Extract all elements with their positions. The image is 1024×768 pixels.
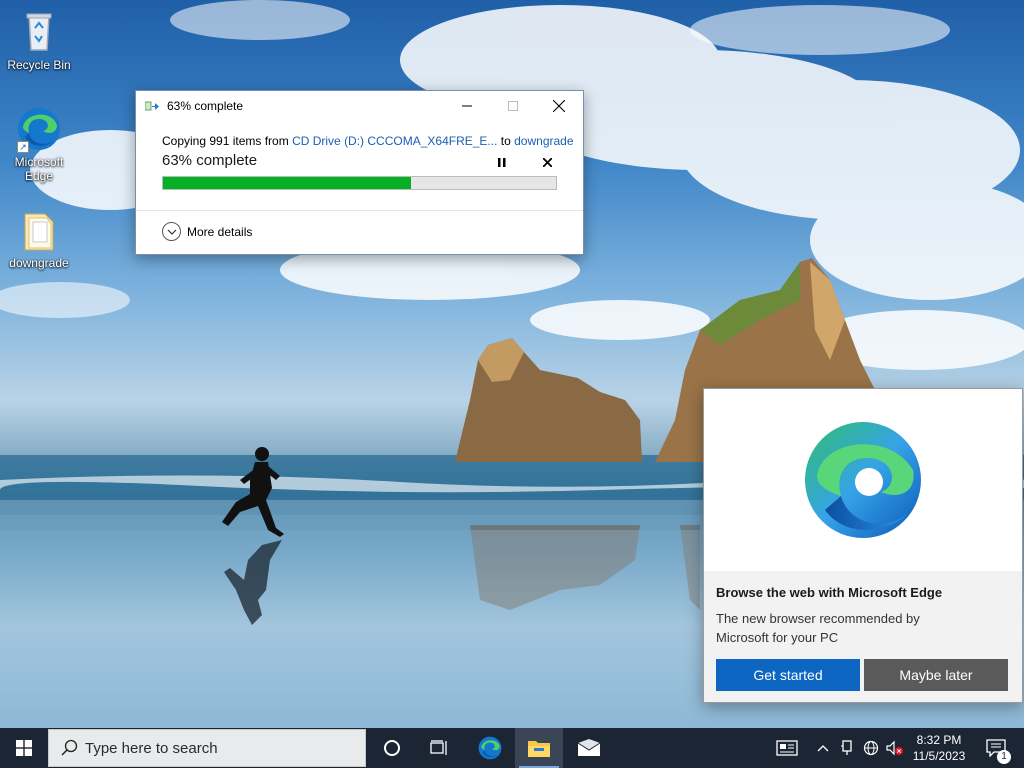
copy-progress-fill	[163, 177, 411, 189]
edge-icon: ↗	[15, 105, 63, 153]
show-hidden-icons-button[interactable]	[812, 728, 834, 768]
clock-time: 8:32 PM	[916, 733, 962, 747]
taskbar: Type here to search 8:32 PM 11/5/2023 1	[0, 728, 1024, 768]
clock-button[interactable]: 8:32 PM 11/5/2023	[908, 728, 970, 768]
copy-files-icon	[144, 99, 161, 113]
dialog-title-bar[interactable]: 63% complete	[136, 91, 583, 121]
source-link[interactable]: CD Drive (D:) CCCOMA_X64FRE_E...	[292, 134, 497, 148]
device-tray-button[interactable]	[836, 728, 858, 768]
taskbar-file-explorer-button[interactable]	[515, 728, 563, 768]
taskbar-mail-button[interactable]	[565, 728, 613, 768]
desktop-icon-label: Microsoft Edge	[14, 155, 64, 183]
task-view-icon	[430, 740, 447, 755]
maximize-button[interactable]	[490, 91, 536, 121]
copy-status-text: 63% complete	[162, 152, 258, 169]
cortana-button[interactable]	[368, 728, 416, 768]
edge-icon	[478, 736, 502, 760]
toast-text: The new browser recommended by Microsoft…	[716, 611, 920, 645]
destination-link[interactable]: downgrade	[514, 134, 573, 148]
device-icon	[841, 740, 852, 755]
pause-button[interactable]	[494, 154, 510, 170]
copy-description: Copying 991 items from CD Drive (D:) CCC…	[162, 134, 574, 148]
copy-progress-bar	[162, 176, 557, 190]
start-button[interactable]	[0, 728, 48, 768]
minimize-icon	[462, 105, 472, 107]
to-text: to	[497, 134, 515, 148]
minimize-button[interactable]	[444, 91, 490, 121]
edge-logo-icon	[805, 422, 921, 538]
pause-icon	[498, 157, 506, 167]
task-view-button[interactable]	[416, 728, 464, 768]
get-started-button[interactable]: Get started	[716, 659, 860, 691]
news-widget-button[interactable]	[772, 728, 802, 768]
copy-progress-dialog: 63% complete Copying 991 items from CD D…	[135, 90, 584, 255]
windows-logo-icon	[16, 740, 32, 756]
desktop-icon-recycle-bin[interactable]: Recycle Bin	[1, 8, 77, 72]
toast-hero	[704, 389, 1022, 571]
maximize-icon	[508, 101, 518, 111]
dialog-divider	[136, 210, 583, 211]
desktop-icon-edge[interactable]: ↗ Microsoft Edge	[1, 105, 77, 183]
desktop-icon-downgrade-folder[interactable]: downgrade	[1, 206, 77, 270]
taskbar-edge-button[interactable]	[466, 728, 514, 768]
toast-title: Browse the web with Microsoft Edge	[716, 585, 943, 600]
network-tray-button[interactable]	[860, 728, 882, 768]
notification-badge: 1	[997, 750, 1011, 764]
desktop-icon-label: downgrade	[9, 256, 69, 270]
cancel-copy-button[interactable]	[539, 154, 555, 170]
chevron-down-icon	[162, 222, 181, 241]
globe-icon	[863, 740, 879, 756]
file-explorer-icon	[528, 741, 550, 757]
clock-date: 11/5/2023	[912, 749, 966, 763]
shortcut-arrow-icon: ↗	[17, 141, 29, 153]
close-button[interactable]	[536, 91, 582, 121]
cancel-icon	[542, 157, 552, 167]
news-icon	[776, 740, 798, 756]
cortana-icon	[384, 740, 400, 756]
copy-prefix-text: Copying 991 items from	[162, 134, 293, 148]
close-icon	[553, 100, 565, 112]
taskbar-search-box[interactable]: Type here to search	[48, 729, 366, 767]
recycle-bin-icon	[15, 8, 63, 56]
chevron-up-icon	[817, 745, 829, 752]
volume-tray-button[interactable]	[884, 728, 906, 768]
search-placeholder: Type here to search	[85, 739, 218, 757]
more-details-button[interactable]: More details	[162, 222, 252, 241]
action-center-button[interactable]: 1	[976, 728, 1016, 768]
desktop-icon-label: Recycle Bin	[7, 58, 71, 72]
search-icon	[61, 739, 78, 756]
volume-muted-icon	[886, 740, 903, 756]
edge-promo-toast: Browse the web with Microsoft Edge The n…	[703, 388, 1023, 703]
folder-icon	[15, 206, 63, 254]
mail-icon	[577, 739, 601, 756]
dialog-title: 63% complete	[167, 99, 244, 113]
maybe-later-button[interactable]: Maybe later	[864, 659, 1008, 691]
more-details-label: More details	[187, 224, 253, 239]
